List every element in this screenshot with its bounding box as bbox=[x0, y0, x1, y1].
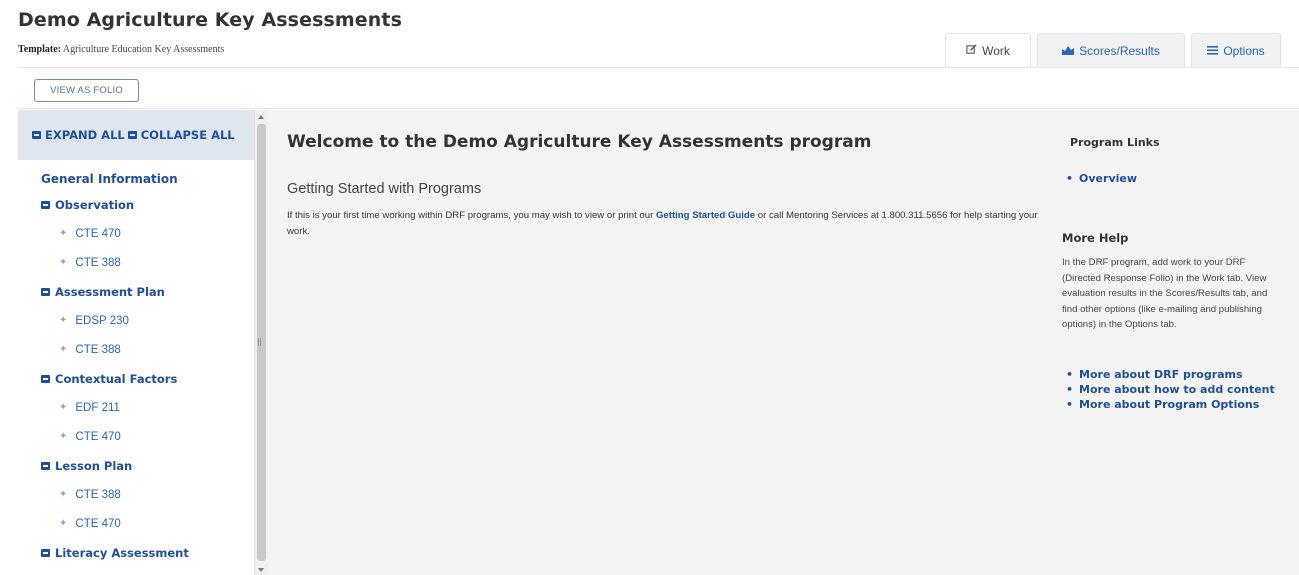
more-help-title: More Help bbox=[1062, 231, 1129, 245]
collapse-all-button[interactable]: COLLAPSE ALL bbox=[127, 128, 235, 142]
item-icon: ✦ bbox=[59, 344, 68, 355]
list-item[interactable]: ✦ CTE 470 bbox=[18, 422, 254, 451]
list-item-label: CTE 388 bbox=[75, 488, 121, 501]
grip-icon bbox=[258, 338, 261, 346]
section-lesson-plan[interactable]: Lesson Plan bbox=[18, 451, 254, 480]
section-literacy-assessment[interactable]: Literacy Assessment bbox=[18, 538, 254, 567]
square-icon bbox=[127, 131, 137, 139]
section-label: Lesson Plan bbox=[55, 458, 133, 473]
list-item-label: CTE 470 bbox=[75, 430, 121, 443]
getting-started-heading: Getting Started with Programs bbox=[287, 181, 482, 197]
sidebar-item-general-information[interactable]: General Information bbox=[18, 160, 254, 190]
item-icon: ✦ bbox=[59, 431, 68, 442]
bullet-icon: • bbox=[1066, 398, 1074, 411]
template-value: Agriculture Education Key Assessments bbox=[62, 44, 225, 55]
item-icon: ✦ bbox=[59, 518, 68, 529]
intro-text: If this is your first time working withi… bbox=[287, 210, 654, 221]
help-link-drf-programs[interactable]: • More about DRF programs bbox=[1062, 367, 1284, 382]
tab-options-label: Options bbox=[1223, 43, 1265, 58]
tab-options[interactable]: Options bbox=[1191, 33, 1281, 67]
list-item-label: CTE 470 bbox=[75, 517, 121, 530]
overview-link[interactable]: • Overview bbox=[1062, 171, 1137, 186]
list-item[interactable]: ✦ EDF 211 bbox=[18, 393, 254, 422]
list-item[interactable]: ✦ CTE 470 bbox=[18, 509, 254, 538]
scroll-down-arrow-icon[interactable] bbox=[258, 568, 264, 572]
view-as-folio-button[interactable]: VIEW AS FOLIO bbox=[34, 79, 139, 102]
item-icon: ✦ bbox=[59, 228, 68, 239]
overview-link-label: Overview bbox=[1079, 172, 1138, 185]
expand-all-button[interactable]: EXPAND ALL bbox=[32, 128, 125, 142]
help-link-label: More about DRF programs bbox=[1079, 368, 1243, 381]
more-help-text: In the DRF program, add work to your DRF… bbox=[1062, 257, 1268, 331]
item-icon: ✦ bbox=[59, 315, 68, 326]
section-contextual-factors[interactable]: Contextual Factors bbox=[18, 364, 254, 393]
list-item-label: EDF 211 bbox=[75, 401, 120, 414]
list-item-label: CTE 470 bbox=[75, 227, 121, 240]
section-observation[interactable]: Observation bbox=[18, 190, 254, 219]
collapse-all-label: COLLAPSE ALL bbox=[140, 128, 235, 142]
collapse-icon bbox=[41, 548, 50, 557]
collapse-icon bbox=[41, 200, 50, 209]
sidebar-scrollbar[interactable] bbox=[254, 110, 268, 575]
tab-work[interactable]: Work bbox=[945, 33, 1031, 67]
collapse-icon bbox=[41, 374, 50, 383]
help-link-label: More about Program Options bbox=[1079, 398, 1260, 411]
tab-bar: Work Scores/Results Options bbox=[945, 33, 1281, 67]
template-line: Template: Agriculture Education Key Asse… bbox=[18, 44, 224, 55]
collapse-icon bbox=[41, 287, 50, 296]
edit-icon bbox=[966, 43, 977, 58]
welcome-heading: Welcome to the Demo Agriculture Key Asse… bbox=[287, 132, 872, 152]
sidebar: EXPAND ALL COLLAPSE ALL General Informat… bbox=[18, 110, 254, 575]
list-item-label: CTE 388 bbox=[75, 256, 121, 269]
template-label: Template: bbox=[18, 44, 61, 55]
chart-icon bbox=[1062, 44, 1075, 58]
section-label: Contextual Factors bbox=[55, 371, 178, 386]
bullet-icon: • bbox=[1066, 383, 1074, 396]
tab-work-label: Work bbox=[982, 43, 1010, 58]
list-item-label: EDSP 230 bbox=[75, 314, 129, 327]
help-link-program-options[interactable]: • More about Program Options bbox=[1062, 397, 1284, 412]
section-assessment-plan[interactable]: Assessment Plan bbox=[18, 277, 254, 306]
item-icon: ✦ bbox=[59, 489, 68, 500]
collapse-icon bbox=[41, 461, 50, 470]
tab-scores-results[interactable]: Scores/Results bbox=[1037, 33, 1185, 67]
menu-icon bbox=[1207, 44, 1219, 58]
item-icon: ✦ bbox=[59, 257, 68, 268]
list-item[interactable]: ✦ CTE 388 bbox=[18, 335, 254, 364]
list-item[interactable]: ✦ CTE 388 bbox=[18, 480, 254, 509]
item-icon: ✦ bbox=[59, 402, 68, 413]
program-links-title: Program Links bbox=[1070, 136, 1160, 149]
section-label: Assessment Plan bbox=[55, 284, 165, 299]
list-item-label: CTE 388 bbox=[75, 343, 121, 356]
toolbar: VIEW AS FOLIO bbox=[18, 67, 1299, 109]
list-item[interactable]: ✦ EDSP 230 bbox=[18, 306, 254, 335]
tab-scores-label: Scores/Results bbox=[1079, 43, 1160, 58]
help-link-add-content[interactable]: • More about how to add content bbox=[1062, 382, 1284, 397]
section-label: Observation bbox=[55, 197, 135, 212]
intro-paragraph: If this is your first time working withi… bbox=[287, 208, 1047, 240]
bullet-icon: • bbox=[1066, 368, 1074, 381]
getting-started-guide-link[interactable]: Getting Started Guide bbox=[656, 210, 755, 221]
page-title: Demo Agriculture Key Assessments bbox=[18, 9, 402, 31]
list-item[interactable]: ✦ CTE 388 bbox=[18, 248, 254, 277]
section-label: Literacy Assessment bbox=[55, 545, 189, 560]
main-content: Welcome to the Demo Agriculture Key Asse… bbox=[268, 110, 1299, 575]
bullet-icon: • bbox=[1066, 172, 1074, 185]
help-links: • More about DRF programs • More about how… bbox=[1062, 367, 1284, 412]
expand-all-label: EXPAND ALL bbox=[45, 128, 125, 142]
scroll-up-arrow-icon[interactable] bbox=[258, 115, 264, 119]
square-icon bbox=[32, 131, 41, 139]
sidebar-controls: EXPAND ALL COLLAPSE ALL bbox=[18, 110, 254, 160]
help-link-label: More about how to add content bbox=[1079, 383, 1275, 396]
list-item[interactable]: ✦ CTE 470 bbox=[18, 219, 254, 248]
